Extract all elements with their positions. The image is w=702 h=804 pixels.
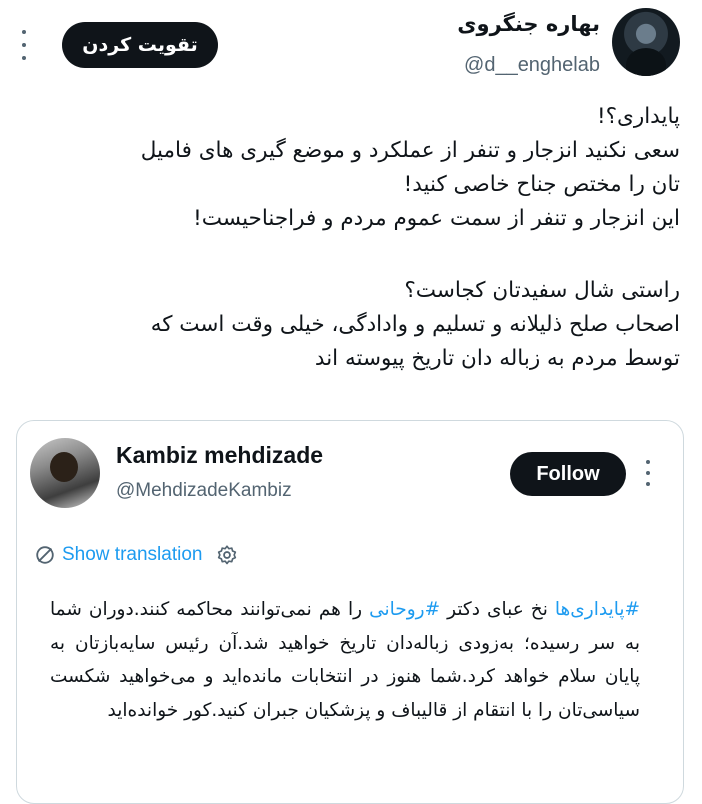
post-line: اصحاب صلح ذلیلانه و تسلیم و وادادگی، خیل… — [150, 312, 680, 337]
more-icon[interactable] — [644, 460, 652, 486]
post-line: سعی نکنید انزجار و تنفر از عملکرد و موضع… — [140, 138, 680, 163]
hashtag-link[interactable]: #روحانی — [369, 599, 440, 620]
post-line: پایداری؟! — [596, 104, 680, 129]
quoted-author-avatar[interactable] — [30, 438, 100, 508]
quote-text: نخ عبای دکتر — [440, 599, 555, 620]
quoted-post-text: #پایداری‌ها نخ عبای دکتر #روحانی را هم ن… — [50, 593, 640, 727]
quoted-author-handle[interactable]: @MehdizadeKambiz — [116, 480, 292, 502]
post-line: راستی شال سفیدتان کجاست؟ — [404, 278, 680, 303]
globe-icon — [36, 546, 54, 564]
post-line: تان را مختص جناح خاصی کنید! — [403, 172, 680, 197]
follow-button[interactable]: Follow — [510, 452, 626, 496]
gear-icon[interactable] — [216, 544, 238, 566]
boost-button[interactable]: تقویت کردن — [62, 22, 218, 68]
post-text: پایداری؟! سعی نکنید انزجار و تنفر از عمل… — [20, 100, 680, 376]
post-line: این انزجار و تنفر از سمت عموم مردم و فرا… — [193, 206, 680, 231]
post-line: توسط مردم به زباله دان تاریخ پیوسته اند — [314, 346, 680, 371]
quoted-author-name[interactable]: Kambiz mehdizade — [116, 442, 323, 469]
author-name[interactable]: بهاره جنگروی — [457, 12, 600, 36]
more-icon[interactable] — [20, 30, 28, 60]
show-translation-link[interactable]: Show translation — [62, 544, 202, 566]
show-translation-row[interactable]: Show translation — [34, 540, 238, 570]
hashtag-link[interactable]: #پایداری‌ها — [555, 599, 640, 620]
author-handle[interactable]: @d__enghelab — [464, 54, 600, 77]
author-avatar[interactable] — [612, 8, 680, 76]
